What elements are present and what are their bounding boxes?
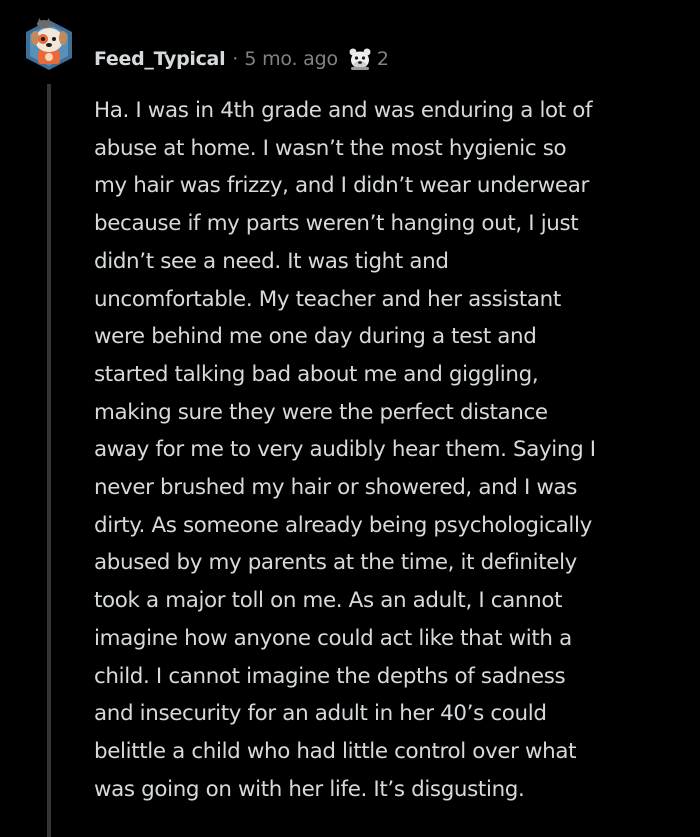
comment-body: Ha. I was in 4th grade and was enduring … — [94, 98, 596, 802]
username-link[interactable]: Feed_Typical — [94, 48, 226, 70]
comment: Feed_Typical · 5 mo. ago 2 Ha. I was in … — [0, 0, 700, 837]
award-count: 2 — [376, 48, 389, 70]
snoo-dog-avatar-icon — [26, 18, 72, 70]
meta-separator: · — [232, 48, 239, 70]
user-avatar[interactable] — [22, 14, 76, 74]
comment-meta: Feed_Typical · 5 mo. ago 2 — [94, 44, 389, 74]
timestamp[interactable]: 5 mo. ago — [244, 48, 338, 70]
bear-award-icon[interactable] — [347, 46, 373, 72]
thread-line[interactable] — [47, 84, 51, 837]
